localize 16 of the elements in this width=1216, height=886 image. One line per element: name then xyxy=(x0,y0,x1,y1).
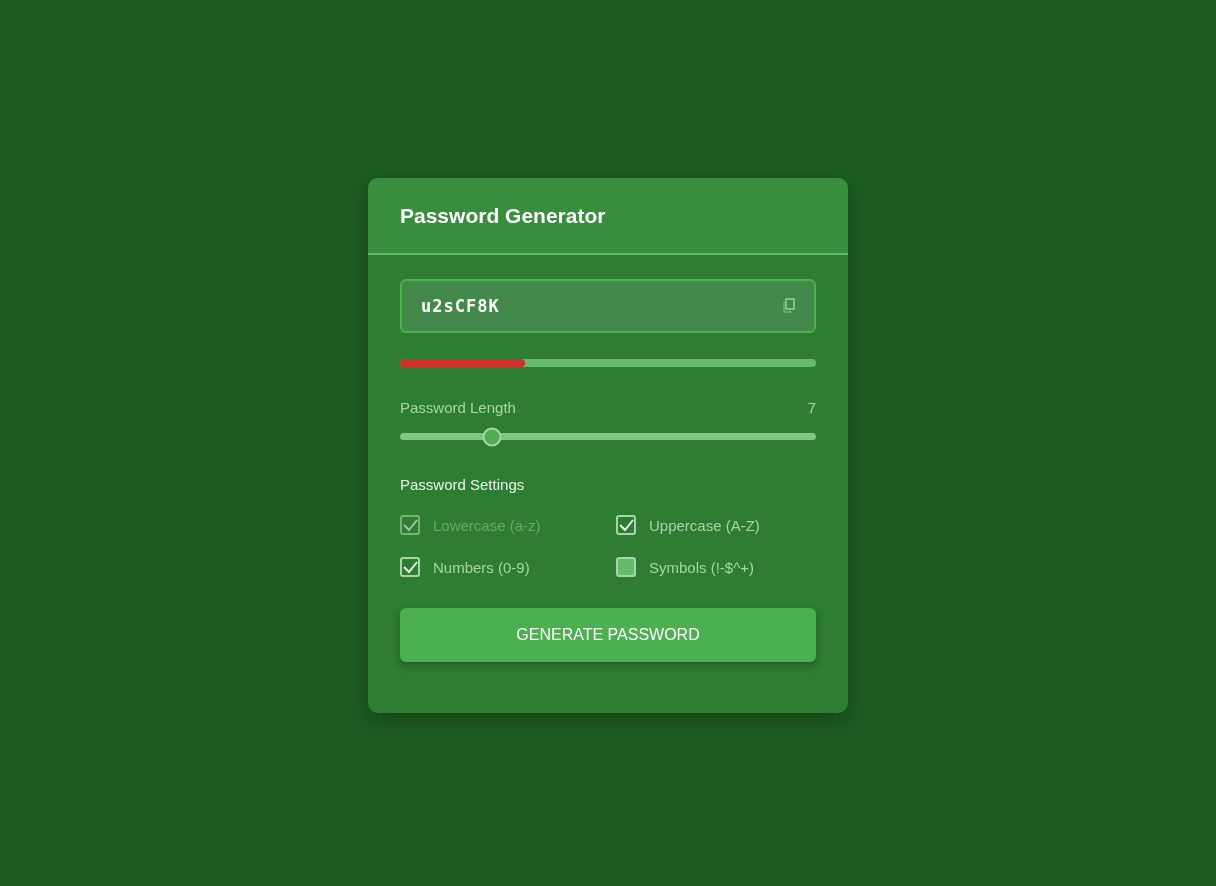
checkbox[interactable] xyxy=(400,557,420,577)
option-label: Numbers (0-9) xyxy=(433,558,530,576)
card-title: Password Generator xyxy=(400,203,606,228)
length-value: 7 xyxy=(807,399,816,416)
option-label: Lowercase (a-z) xyxy=(433,516,541,534)
slider-thumb[interactable] xyxy=(482,427,501,446)
checkbox[interactable] xyxy=(616,557,636,577)
length-label: Password Length xyxy=(400,399,516,416)
checkbox[interactable] xyxy=(616,515,636,535)
option-label: Uppercase (A-Z) xyxy=(649,516,760,534)
generate-button[interactable]: GENERATE PASSWORD xyxy=(400,608,816,662)
password-field[interactable]: u2sCF8K xyxy=(400,279,816,333)
length-slider[interactable] xyxy=(400,427,816,446)
option-label: Symbols (!-$^+) xyxy=(649,558,754,576)
settings-title: Password Settings xyxy=(400,476,526,493)
copy-icon[interactable] xyxy=(782,298,796,314)
